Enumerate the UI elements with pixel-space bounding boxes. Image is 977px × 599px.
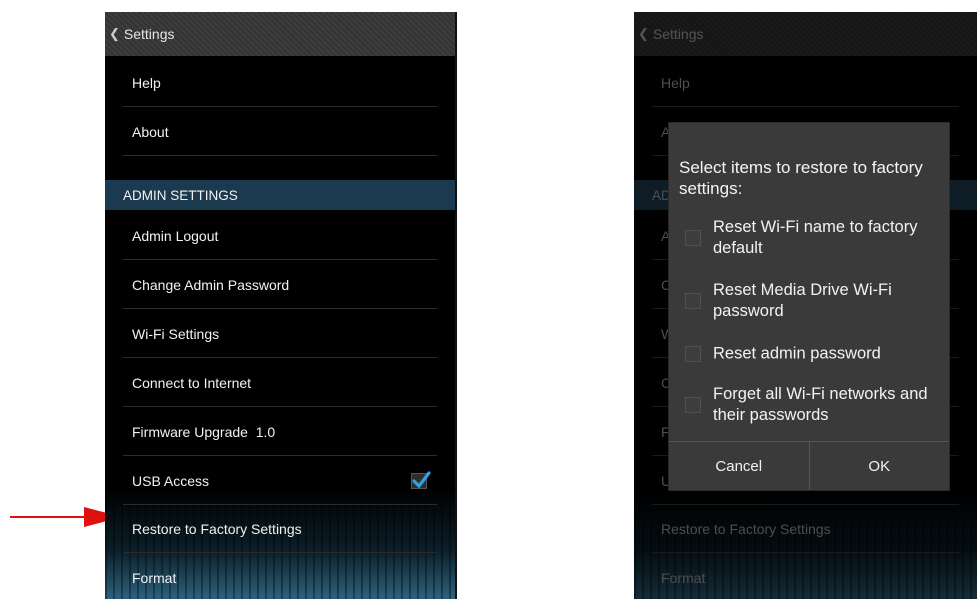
usb-access-checkbox[interactable] (411, 470, 431, 489)
settings-item-label: Connect to Internet (132, 374, 252, 391)
action-bar[interactable]: ❮ Settings (105, 12, 455, 56)
settings-item-about[interactable]: About (105, 107, 455, 156)
ok-button[interactable]: OK (808, 442, 950, 490)
dialog-option-forget-wifi-networks[interactable]: Forget all Wi-Fi networks and their pass… (669, 375, 949, 435)
action-bar-title: Settings (652, 26, 704, 42)
settings-item-help: Help (634, 58, 977, 107)
settings-item-restore-factory: Restore to Factory Settings (634, 504, 977, 553)
settings-item-label: About (132, 123, 169, 140)
checkmark-icon (412, 470, 431, 488)
settings-item-label: Restore to Factory Settings (132, 520, 302, 537)
settings-item-connect-to-internet[interactable]: Connect to Internet (105, 358, 455, 407)
option-checkbox[interactable] (685, 397, 701, 413)
settings-item-label: Firmware Upgrade 1.0 (132, 423, 276, 440)
option-checkbox[interactable] (685, 293, 701, 309)
settings-item-label: Admin Logout (132, 227, 219, 244)
option-checkbox[interactable] (685, 346, 701, 362)
settings-item-label: Change Admin Password (132, 276, 290, 293)
dialog-option-reset-media-drive-password[interactable]: Reset Media Drive Wi-Fi password (669, 271, 949, 331)
settings-screen-left: ❮ Settings Help About ADMIN SETTINGS Adm… (105, 12, 457, 599)
chevron-left-icon[interactable]: ❮ (109, 26, 120, 42)
settings-item-label: USB Access (132, 472, 210, 489)
action-bar: ❮ Settings (634, 12, 977, 56)
section-header-admin: ADMIN SETTINGS (105, 180, 455, 210)
settings-item-admin-logout[interactable]: Admin Logout (105, 211, 455, 260)
settings-item-label: Format (661, 569, 706, 586)
option-label: Forget all Wi-Fi networks and their pass… (713, 385, 928, 424)
settings-item-label: Wi-Fi Settings (132, 325, 220, 342)
settings-item-label: Restore to Factory Settings (661, 520, 831, 537)
restore-factory-dialog: Select items to restore to factory setti… (668, 122, 950, 491)
dialog-title: Select items to restore to factory setti… (679, 158, 923, 198)
section-header-label: ADMIN SETTINGS (123, 187, 238, 203)
settings-item-label: Help (132, 74, 161, 91)
option-checkbox[interactable] (685, 230, 701, 246)
settings-item-firmware-upgrade[interactable]: Firmware Upgrade 1.0 (105, 407, 455, 456)
settings-item-usb-access[interactable]: USB Access (105, 456, 455, 505)
dialog-button-bar: Cancel OK (669, 441, 949, 490)
settings-item-format: Format (634, 553, 977, 599)
settings-item-help[interactable]: Help (105, 58, 455, 107)
settings-screen-right: ❮ Settings Help A AD A C W C F U Restore… (634, 12, 977, 599)
settings-item-label: Help (661, 74, 690, 91)
settings-item-restore-factory[interactable]: Restore to Factory Settings (105, 504, 455, 553)
settings-item-format[interactable]: Format (105, 553, 455, 599)
option-label: Reset admin password (713, 344, 881, 363)
chevron-left-icon: ❮ (638, 26, 649, 41)
option-label: Reset Media Drive Wi-Fi password (713, 281, 892, 320)
dialog-option-reset-wifi-name[interactable]: Reset Wi-Fi name to factory default (669, 208, 949, 268)
cancel-button[interactable]: Cancel (669, 442, 809, 490)
settings-item-change-admin-password[interactable]: Change Admin Password (105, 260, 455, 309)
action-bar-title: Settings (123, 26, 175, 42)
option-label: Reset Wi-Fi name to factory default (713, 218, 918, 257)
settings-item-label: Format (132, 569, 177, 586)
settings-item-wifi-settings[interactable]: Wi-Fi Settings (105, 309, 455, 358)
